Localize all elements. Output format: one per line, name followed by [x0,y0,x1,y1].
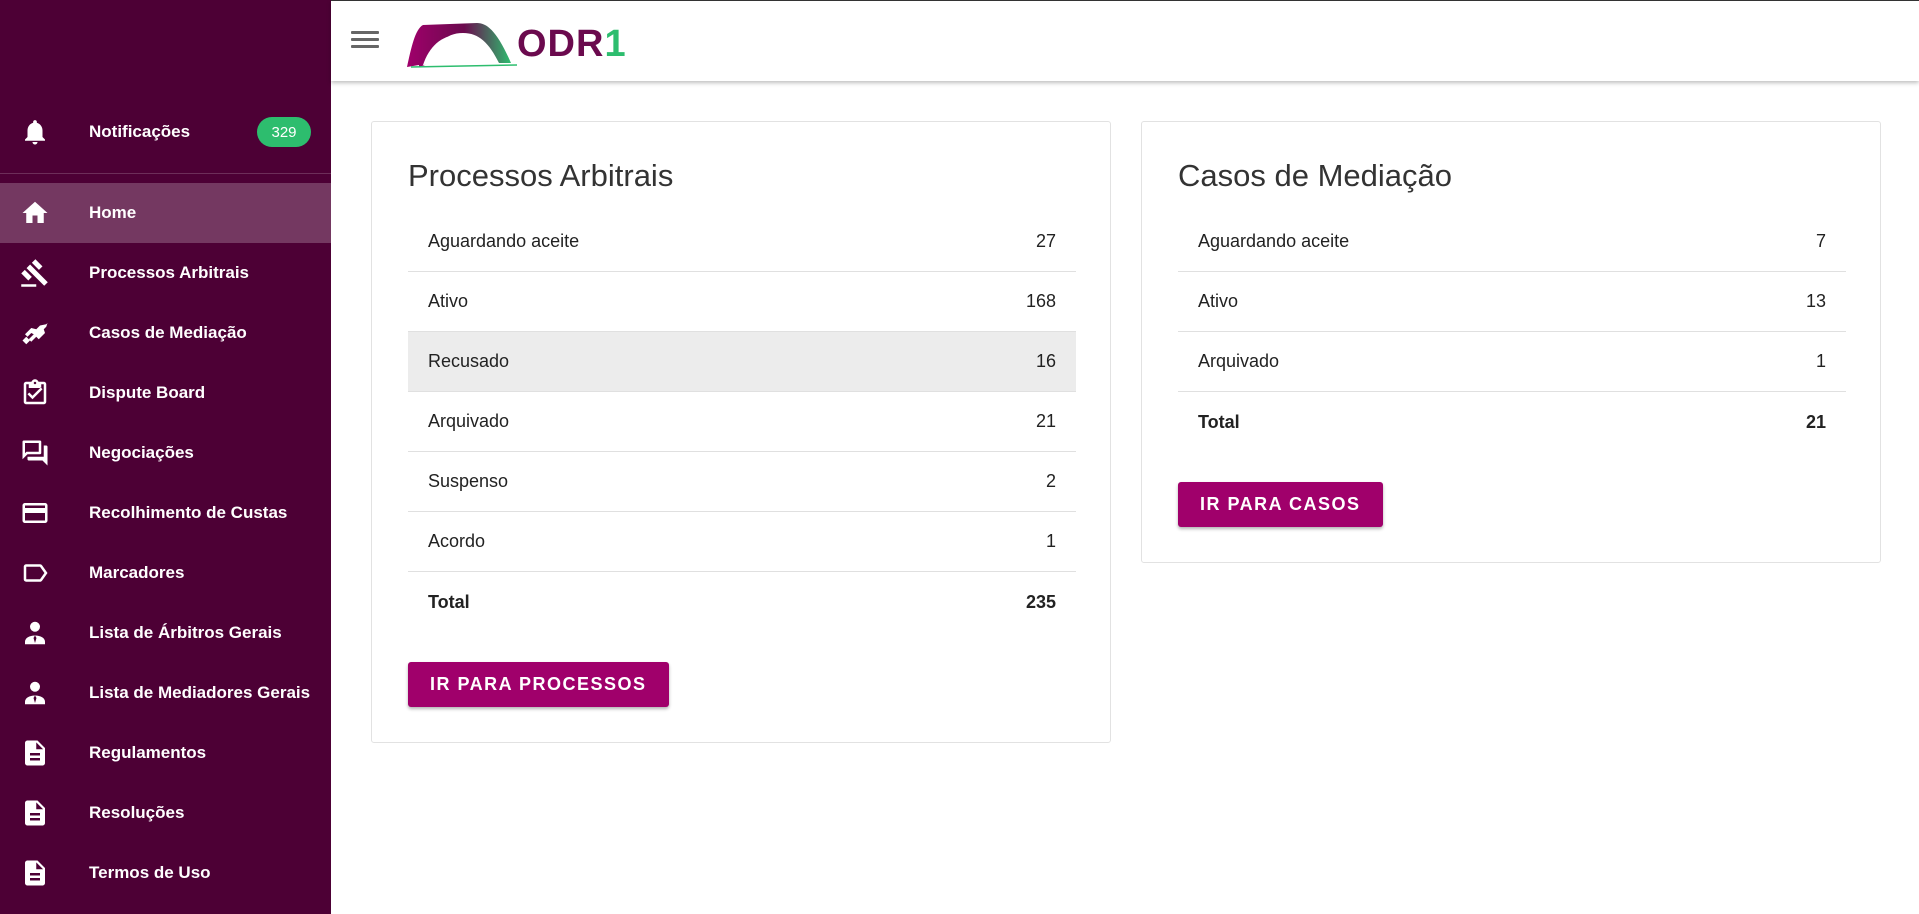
person-tie-icon [17,675,53,711]
table-row[interactable]: Aguardando aceite 7 [1178,212,1846,272]
document-icon [17,735,53,771]
row-label: Suspenso [428,471,509,491]
sidebar: Notificações 329 Home Processos Arbitrai… [0,0,331,914]
hamburger-menu-icon[interactable] [351,27,379,55]
table-row[interactable]: Suspenso 2 [408,452,1076,512]
table-row[interactable]: Recusado 16 [408,332,1076,392]
card-title: Casos de Mediação [1178,158,1452,193]
sidebar-item-recolhimento-de-custas[interactable]: Recolhimento de Custas [0,483,331,543]
row-label: Aguardando aceite [1198,231,1350,251]
row-value: 7 [1815,231,1826,251]
mediation-status-table: Aguardando aceite 7 Ativo 13 Arquivado 1 To… [1178,212,1846,452]
sidebar-item-home[interactable]: Home [0,183,331,243]
logo-arch-graphic [407,23,518,68]
table-row[interactable]: Ativo 168 [408,272,1076,332]
top-app-bar: ODR1 [331,0,1919,81]
sidebar-item-dispute-board[interactable]: Dispute Board [0,363,331,423]
table-row[interactable]: Acordo 1 [408,512,1076,572]
row-value: 16 [1035,351,1056,371]
row-value: 1 [1815,351,1826,371]
row-value: 235 [1025,591,1056,612]
sidebar-item-label: Resoluções [89,803,185,822]
sidebar-item-lista-de-mediadores-gerais[interactable]: Lista de Mediadores Gerais [0,663,331,723]
arbitral-status-table: Aguardando aceite 27 Ativo 168 Recusado 16 … [408,212,1076,632]
table-row[interactable]: Arquivado 21 [408,392,1076,452]
sidebar-item-label: Termos de Uso [89,863,211,882]
sidebar-item-regulamentos[interactable]: Regulamentos [0,723,331,783]
sidebar-item-label: Lista de Árbitros Gerais [89,623,282,642]
row-label: Total [428,591,470,612]
sidebar-item-lista-de-arbitros-gerais[interactable]: Lista de Árbitros Gerais [0,603,331,663]
row-value: 21 [1805,411,1826,432]
row-label: Acordo [428,531,486,551]
sidebar-item-processos-arbitrais[interactable]: Processos Arbitrais [0,243,331,303]
mediation-summary-card: Casos de Mediação Aguardando aceite 7 Ati… [1141,121,1881,563]
total-row: Total 21 [1178,392,1846,452]
row-label: Aguardando aceite [428,231,580,251]
row-value: 27 [1035,231,1056,251]
row-label: Arquivado [428,411,510,431]
arbitral-summary-card: Processos Arbitrais Aguardando aceite 27 … [371,121,1111,743]
sidebar-item-marcadores[interactable]: Marcadores [0,543,331,603]
sidebar-nav: Home Processos Arbitrais Casos de Mediaç… [0,183,331,903]
bell-icon [17,114,53,150]
gavel-icon [17,255,53,291]
sidebar-item-label: Marcadores [89,563,185,582]
sidebar-item-casos-de-mediacao[interactable]: Casos de Mediação [0,303,331,363]
row-value: 2 [1045,471,1056,491]
person-tie-icon [17,615,53,651]
sidebar-item-label: Regulamentos [89,743,207,762]
document-icon [17,795,53,831]
table-row[interactable]: Ativo 13 [1178,272,1846,332]
sidebar-item-resolucoes[interactable]: Resoluções [0,783,331,843]
table-row[interactable]: Arquivado 1 [1178,332,1846,392]
handshake-icon [17,315,53,351]
total-row: Total 235 [408,572,1076,632]
row-label: Ativo [428,291,469,311]
row-value: 21 [1035,411,1056,431]
odr1-logo[interactable]: ODR1 [405,19,627,69]
sidebar-divider [0,173,331,174]
notification-count-badge: 329 [257,117,311,147]
credit-card-icon [17,495,53,531]
row-label: Arquivado [1198,351,1280,371]
label-icon [17,555,53,591]
row-value: 1 [1045,531,1056,551]
row-label: Ativo [1198,291,1239,311]
row-value: 168 [1025,291,1056,311]
sidebar-item-termos-de-uso[interactable]: Termos de Uso [0,843,331,903]
sidebar-item-label: Recolhimento de Custas [89,503,288,522]
row-label: Total [1198,411,1240,432]
sidebar-item-label: Notificações [89,122,191,141]
go-to-cases-button[interactable]: IR PARA CASOS [1178,482,1383,527]
sidebar-item-notifications[interactable]: Notificações 329 [0,102,331,162]
sidebar-item-label: Lista de Mediadores Gerais [89,683,311,702]
table-row[interactable]: Aguardando aceite 27 [408,212,1076,272]
sidebar-item-label: Home [89,203,137,222]
logo-text: ODR1 [517,23,627,65]
sidebar-item-label: Processos Arbitrais [89,263,249,282]
row-value: 13 [1805,291,1826,311]
card-title: Processos Arbitrais [408,158,674,193]
clipboard-check-icon [17,375,53,411]
chat-icon [17,435,53,471]
sidebar-item-label: Negociações [89,443,194,462]
sidebar-item-label: Dispute Board [89,383,206,402]
home-icon [17,195,53,231]
row-label: Recusado [428,351,510,371]
sidebar-item-negociacoes[interactable]: Negociações [0,423,331,483]
go-to-processes-button[interactable]: IR PARA PROCESSOS [408,662,669,707]
document-icon [17,855,53,891]
sidebar-item-label: Casos de Mediação [89,323,247,342]
